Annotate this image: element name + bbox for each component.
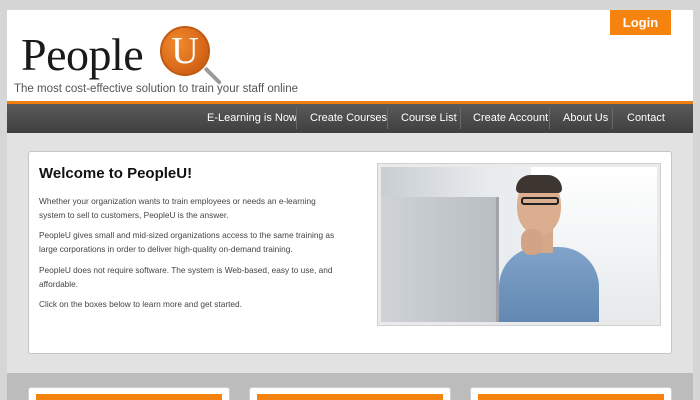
feature-card[interactable] [470, 387, 672, 400]
login-button[interactable]: Login [610, 10, 671, 35]
feature-card[interactable] [249, 387, 451, 400]
nav-item-create-account[interactable]: Create Account [473, 104, 548, 133]
nav-item-contact[interactable]: Contact [627, 104, 665, 133]
feature-card-header [36, 394, 222, 400]
hero-photo [381, 167, 657, 322]
nav-divider [549, 108, 550, 129]
feature-card-header [257, 394, 443, 400]
photo-monitor [381, 197, 499, 322]
photo-person-hand [521, 229, 543, 255]
logo-magnifier-icon: U [160, 26, 210, 76]
page: People U The most cost-effective solutio… [7, 10, 693, 400]
photo-person-hair [516, 175, 562, 193]
nav-divider [612, 108, 613, 129]
welcome-panel: Welcome to PeopleU! Whether your organiz… [28, 151, 672, 354]
tagline: The most cost-effective solution to trai… [14, 83, 299, 95]
nav-divider [460, 108, 461, 129]
nav-item-about-us[interactable]: About Us [563, 104, 608, 133]
hero-photo-frame [377, 163, 661, 326]
logo[interactable]: People U [21, 24, 231, 86]
logo-letter: U [171, 30, 199, 72]
logo-text: People [21, 29, 144, 80]
nav-divider [387, 108, 388, 129]
main-nav: E-Learning is Now Create Courses Course … [7, 104, 693, 133]
welcome-paragraph: PeopleU does not require software. The s… [39, 265, 333, 289]
welcome-paragraph: Whether your organization wants to train… [39, 196, 316, 220]
header: People U The most cost-effective solutio… [7, 10, 693, 103]
nav-item-create-courses[interactable]: Create Courses [310, 104, 387, 133]
welcome-paragraph: PeopleU gives small and mid-sized organi… [39, 230, 335, 254]
feature-card[interactable] [28, 387, 230, 400]
nav-item-course-list[interactable]: Course List [401, 104, 457, 133]
photo-person-glasses [521, 197, 559, 205]
nav-divider [296, 108, 297, 129]
welcome-title: Welcome to PeopleU! [39, 165, 193, 182]
feature-card-header [478, 394, 664, 400]
photo-person-shirt [499, 247, 599, 322]
nav-item-e-learning[interactable]: E-Learning is Now [207, 104, 297, 133]
welcome-paragraph: Click on the boxes below to learn more a… [39, 299, 242, 309]
